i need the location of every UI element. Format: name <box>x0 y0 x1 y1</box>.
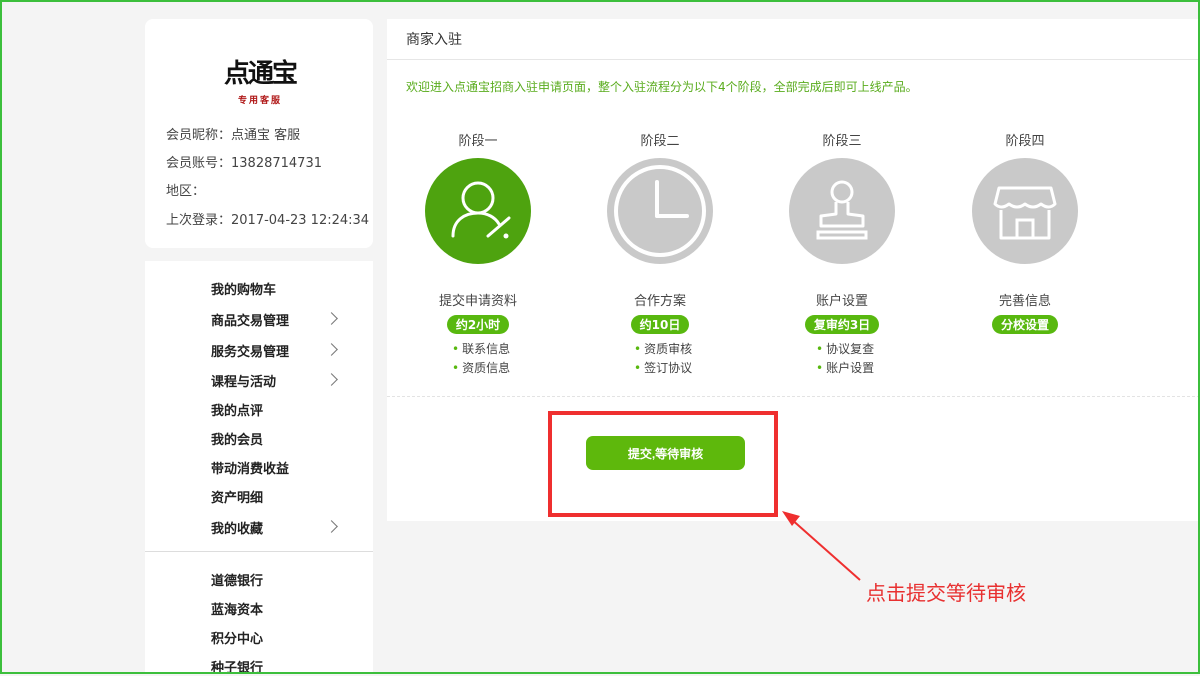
clock-icon <box>607 158 713 264</box>
logo-text: 点通宝 <box>223 59 298 89</box>
stage-duration-badge: 约10日 <box>630 315 690 334</box>
stage-1: 阶段一 提交申请资料 约2小时 联系信息 资质信息 <box>408 130 548 378</box>
chevron-right-icon[interactable] <box>325 312 338 325</box>
member-nickname: 会员昵称：点通宝 客服 <box>166 128 301 143</box>
stage-bullets: 资质审核 签订协议 <box>590 340 730 378</box>
menu-divider <box>145 551 373 552</box>
stage-label: 阶段二 <box>640 134 680 149</box>
menu-item-consumption-income[interactable]: 带动消费收益 <box>211 458 289 477</box>
stage-bullet: 资质信息 <box>452 359 548 378</box>
stage-bullets: 协议复查 账户设置 <box>772 340 912 378</box>
stamp-icon <box>789 158 895 264</box>
user-edit-icon <box>425 158 531 264</box>
stage-label: 阶段四 <box>1005 134 1045 149</box>
chevron-right-icon[interactable] <box>325 520 338 533</box>
chevron-right-icon[interactable] <box>325 343 338 356</box>
logo-subtext: 专用客服 <box>237 96 282 106</box>
divider <box>387 396 1200 397</box>
page-title: 商家入驻 <box>406 32 462 48</box>
menu-item-moral-bank[interactable]: 道德银行 <box>211 570 263 589</box>
menu-item-goods-trade[interactable]: 商品交易管理 <box>211 310 289 329</box>
menu-item-points-center[interactable]: 积分中心 <box>211 628 263 647</box>
stage-bullet: 账户设置 <box>816 359 912 378</box>
menu-item-cart[interactable]: 我的购物车 <box>211 279 276 298</box>
annotation-arrow-icon <box>782 511 861 581</box>
menu-item-favorites[interactable]: 我的收藏 <box>211 518 263 537</box>
stage-bullet: 协议复查 <box>816 340 912 359</box>
stage-3: 阶段三 账户设置 复审约3日 协议复查 账户设置 <box>772 130 912 378</box>
menu-item-blue-ocean-capital[interactable]: 蓝海资本 <box>211 599 263 618</box>
shop-icon <box>972 158 1078 264</box>
member-account: 会员账号：13828714731 <box>166 156 322 171</box>
menu-item-reviews[interactable]: 我的点评 <box>211 400 263 419</box>
menu-item-service-trade[interactable]: 服务交易管理 <box>211 341 289 360</box>
brand-logo: 点通宝 专用客服 <box>215 49 305 129</box>
member-region: 地区： <box>166 184 206 199</box>
chevron-right-icon[interactable] <box>325 373 338 386</box>
stage-duration-badge: 分校设置 <box>991 315 1058 334</box>
stage-bullet: 联系信息 <box>452 340 548 359</box>
stage-label: 阶段一 <box>458 134 498 149</box>
last-login: 上次登录：2017-04-23 12:24:34 <box>166 213 370 228</box>
menu-item-courses[interactable]: 课程与活动 <box>211 371 276 390</box>
welcome-text: 欢迎进入点通宝招商入驻申请页面，整个入驻流程分为以下4个阶段，全部完成后即可上线… <box>406 80 918 94</box>
stage-bullet: 签订协议 <box>634 359 730 378</box>
menu-item-assets[interactable]: 资产明细 <box>211 487 263 506</box>
profile-card: 点通宝 专用客服 会员昵称：点通宝 客服 会员账号：13828714731 地区… <box>145 19 373 248</box>
stage-name: 账户设置 <box>815 294 868 309</box>
stage-duration-badge: 约2小时 <box>446 315 510 334</box>
sidebar-menu: 我的购物车 商品交易管理 服务交易管理 课程与活动 我的点评 我的会员 带动消费… <box>145 261 373 676</box>
annotation-highlight-box <box>548 411 778 517</box>
stage-bullets: 联系信息 资质信息 <box>408 340 548 378</box>
stage-2: 阶段二 合作方案 约10日 资质审核 签订协议 <box>590 130 730 378</box>
menu-item-seed-bank[interactable]: 种子银行 <box>211 657 263 676</box>
stage-name: 合作方案 <box>633 294 686 309</box>
stage-4: 阶段四 完善信息 分校设置 <box>955 130 1095 334</box>
stage-duration-badge: 复审约3日 <box>804 315 880 334</box>
stage-label: 阶段三 <box>822 134 862 149</box>
onboarding-panel: 欢迎进入点通宝招商入驻申请页面，整个入驻流程分为以下4个阶段，全部完成后即可上线… <box>387 60 1200 521</box>
stage-name: 完善信息 <box>998 294 1051 309</box>
menu-item-members[interactable]: 我的会员 <box>211 429 263 448</box>
stage-name: 提交申请资料 <box>438 294 517 309</box>
panel-header: 商家入驻 <box>387 19 1200 60</box>
annotation-hint: 点击提交等待审核 <box>866 581 1026 605</box>
stage-bullet: 资质审核 <box>634 340 730 359</box>
